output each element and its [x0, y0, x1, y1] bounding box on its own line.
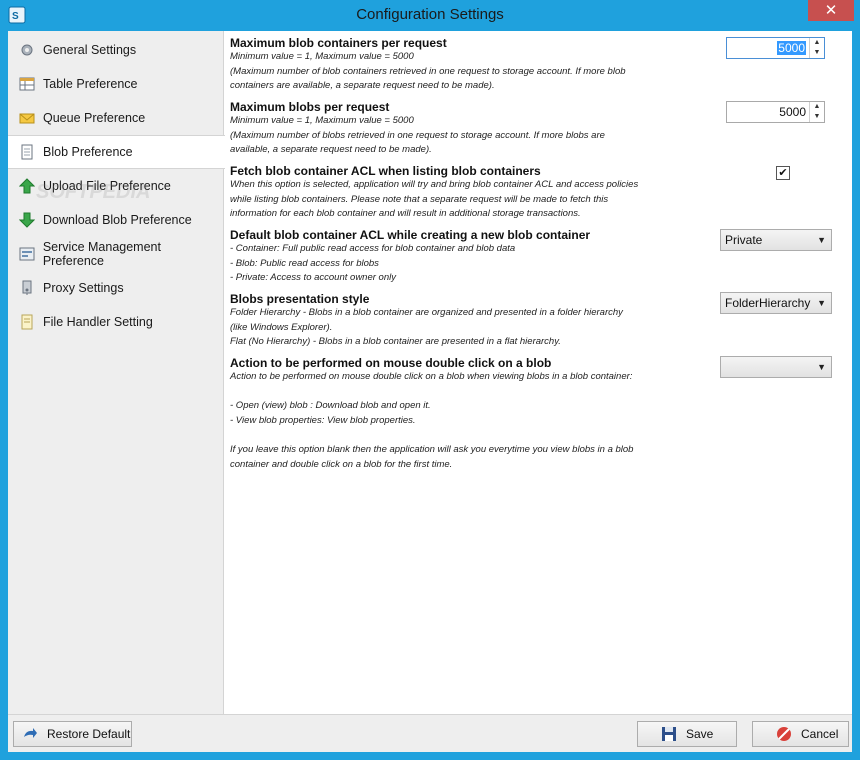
- restore-default-button[interactable]: Restore Default: [13, 721, 132, 747]
- sidebar-item-label: Service Management Preference: [42, 240, 161, 268]
- setting-label: Maximum blobs per request: [230, 100, 390, 114]
- sidebar-item-label: File Handler Setting: [43, 315, 153, 329]
- setting-double-click-action: Action to be performed on mouse double c…: [230, 356, 700, 472]
- double-click-action-dropdown[interactable]: ▼: [720, 356, 832, 378]
- chevron-down-icon: ▼: [817, 362, 826, 372]
- setting-label: Default blob container ACL while creatin…: [230, 228, 591, 242]
- footer-bar: Restore Default Save Cancel: [8, 714, 852, 752]
- stepper-up-icon[interactable]: ▲: [810, 102, 824, 112]
- sidebar-item-file-handler-setting[interactable]: File Handler Setting: [8, 305, 224, 339]
- stepper-value: 5000: [777, 41, 806, 55]
- setting-presentation-style: Blobs presentation style Folder Hierarch…: [230, 292, 700, 350]
- stepper-down-icon[interactable]: ▼: [810, 48, 824, 58]
- cancel-button[interactable]: Cancel: [752, 721, 849, 747]
- sidebar-item-general-settings[interactable]: General Settings: [8, 33, 224, 67]
- window: S Configuration Settings ✕ General Setti…: [0, 0, 860, 760]
- dropdown-value: Private: [725, 233, 763, 247]
- setting-description: When this option is selected, applicatio…: [230, 179, 639, 220]
- sidebar-item-label: General Settings: [43, 43, 137, 57]
- setting-description: Minimum value = 1, Maximum value = 5000 …: [230, 51, 626, 92]
- floppy-disk-icon: [660, 725, 678, 743]
- sidebar-item-service-management-preference[interactable]: Service Management Preference: [8, 237, 224, 271]
- stepper-down-icon[interactable]: ▼: [810, 112, 824, 122]
- stepper-arrows[interactable]: ▲ ▼: [809, 102, 824, 122]
- gear-icon: [18, 41, 36, 59]
- setting-label: Action to be performed on mouse double c…: [230, 356, 552, 370]
- close-icon: ✕: [824, 2, 838, 19]
- sidebar-item-label: Download Blob Preference: [43, 213, 192, 227]
- restore-arrow-icon: [21, 725, 39, 743]
- close-button[interactable]: ✕: [808, 0, 854, 21]
- watermark: SOFTPEDIA: [36, 181, 151, 203]
- setting-fetch-acl: Fetch blob container ACL when listing bl…: [230, 164, 700, 222]
- stepper-value: 5000: [779, 105, 806, 119]
- checkmark-icon: ✔: [778, 167, 788, 179]
- setting-description: Minimum value = 1, Maximum value = 5000 …: [230, 115, 605, 156]
- sidebar-item-label: Table Preference: [43, 77, 138, 91]
- sidebar-item-download-blob-preference[interactable]: Download Blob Preference: [8, 203, 224, 237]
- service-icon: [18, 245, 36, 263]
- setting-label: Maximum blob containers per request: [230, 36, 447, 50]
- sidebar-item-table-preference[interactable]: Table Preference: [8, 67, 224, 101]
- window-title: Configuration Settings: [356, 6, 504, 23]
- button-label: Restore Default: [47, 727, 131, 741]
- cancel-icon: [775, 725, 793, 743]
- fetch-acl-checkbox[interactable]: ✔: [776, 166, 790, 180]
- file-icon: [18, 313, 36, 331]
- setting-max-blobs: Maximum blobs per request Minimum value …: [230, 100, 700, 158]
- setting-label: Blobs presentation style: [230, 292, 370, 306]
- chevron-down-icon: ▼: [817, 298, 826, 308]
- download-arrow-icon: [18, 211, 36, 229]
- dialog-client: General Settings Table Preference Queue …: [8, 31, 852, 752]
- default-acl-dropdown[interactable]: Private ▼: [720, 229, 832, 251]
- sidebar: General Settings Table Preference Queue …: [8, 31, 225, 714]
- setting-description: - Container: Full public read access for…: [230, 243, 516, 284]
- button-label: Save: [686, 727, 714, 741]
- setting-description: Folder Hierarchy - Blobs in a blob conta…: [230, 307, 623, 348]
- table-icon: [18, 75, 36, 93]
- sidebar-item-blob-preference[interactable]: Blob Preference: [8, 135, 225, 169]
- sidebar-item-queue-preference[interactable]: Queue Preference: [8, 101, 224, 135]
- settings-panel: Maximum blob containers per request Mini…: [225, 31, 852, 714]
- setting-description: Action to be performed on mouse double c…: [230, 371, 634, 470]
- sidebar-item-label: Proxy Settings: [43, 281, 124, 295]
- sidebar-item-label: Queue Preference: [43, 111, 146, 125]
- envelope-icon: [18, 109, 36, 127]
- presentation-style-dropdown[interactable]: FolderHierarchy ▼: [720, 292, 832, 314]
- stepper-arrows[interactable]: ▲ ▼: [809, 38, 824, 58]
- sidebar-item-label: Blob Preference: [43, 145, 133, 159]
- button-label: Cancel: [801, 727, 839, 741]
- max-blob-containers-stepper[interactable]: 5000 ▲ ▼: [726, 37, 825, 59]
- save-button[interactable]: Save: [637, 721, 737, 747]
- stepper-up-icon[interactable]: ▲: [810, 38, 824, 48]
- sidebar-item-proxy-settings[interactable]: Proxy Settings: [8, 271, 224, 305]
- setting-label: Fetch blob container ACL when listing bl…: [230, 164, 541, 178]
- title-bar[interactable]: S Configuration Settings ✕: [0, 0, 860, 31]
- chevron-down-icon: ▼: [817, 235, 826, 245]
- upload-arrow-icon: [18, 177, 36, 195]
- max-blobs-stepper[interactable]: 5000 ▲ ▼: [726, 101, 825, 123]
- dropdown-value: FolderHierarchy: [725, 296, 811, 310]
- setting-default-acl: Default blob container ACL while creatin…: [230, 228, 700, 286]
- proxy-icon: [18, 279, 36, 297]
- setting-max-blob-containers: Maximum blob containers per request Mini…: [230, 36, 700, 94]
- document-icon: [18, 143, 36, 161]
